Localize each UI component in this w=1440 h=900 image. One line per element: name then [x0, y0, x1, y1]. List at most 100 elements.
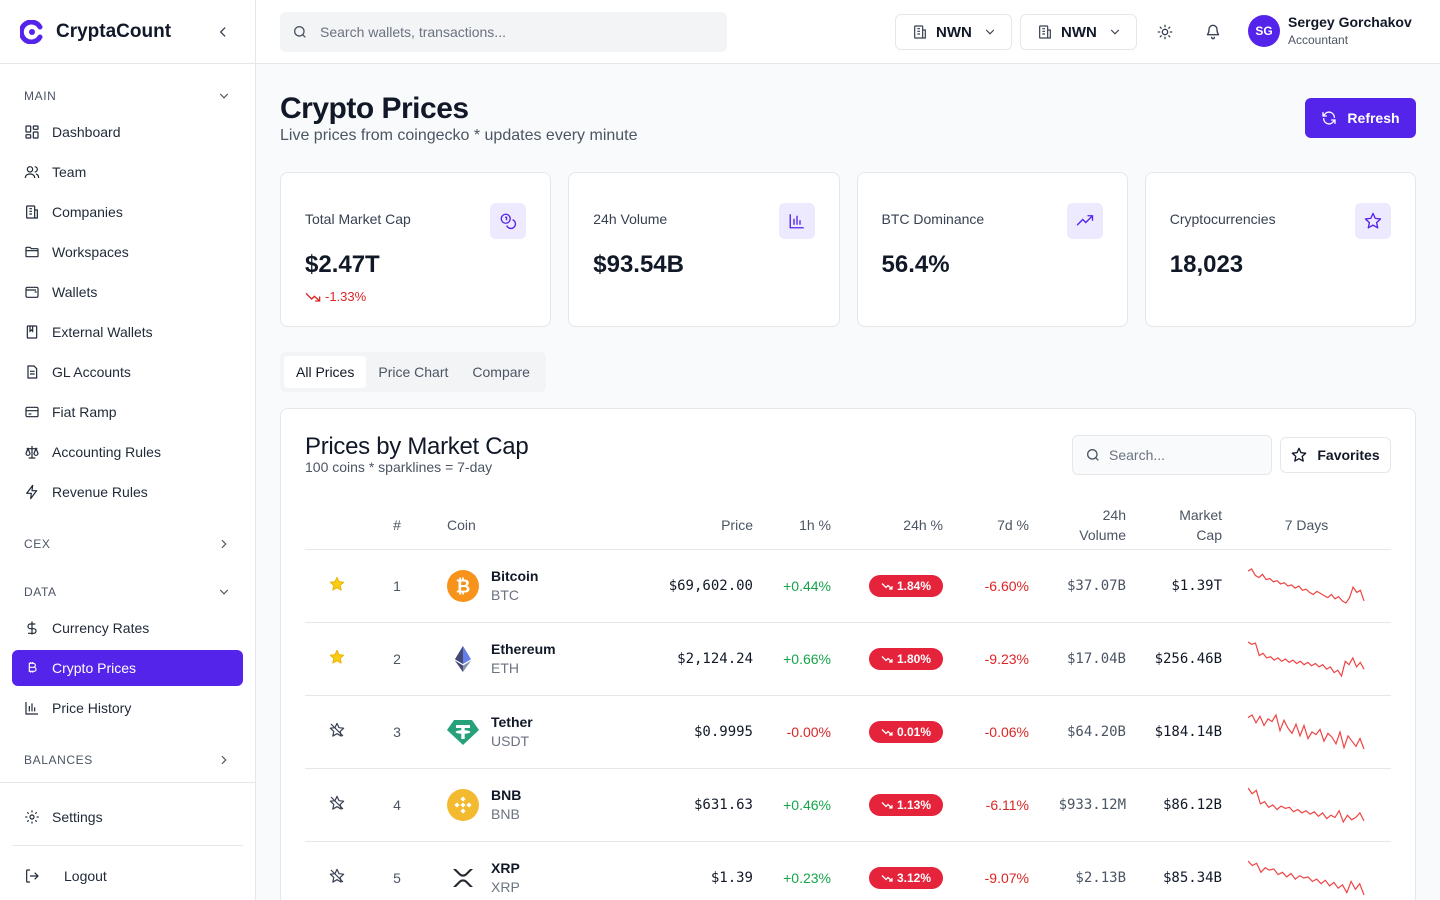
file-icon: [27, 365, 38, 379]
card-title: Prices by Market Cap: [305, 433, 529, 460]
collapse-sidebar-button[interactable]: [211, 20, 235, 44]
market-cap-cell: $256.46B: [1126, 622, 1222, 696]
sidebar-item-crypto-prices[interactable]: Crypto Prices: [12, 650, 243, 686]
col-price[interactable]: Price: [635, 501, 753, 550]
tab-price-chart[interactable]: Price Chart: [366, 356, 460, 388]
sidebar-item-gl-accounts[interactable]: GL Accounts: [12, 354, 243, 390]
change-7d-cell: -9.23%: [943, 622, 1029, 696]
tab-compare[interactable]: Compare: [460, 356, 542, 388]
theme-toggle-button[interactable]: [1153, 20, 1177, 44]
trending-down-icon: [305, 292, 321, 302]
sidebar-item-team[interactable]: Team: [12, 154, 243, 190]
rank-cell: 4: [369, 768, 425, 842]
col-volume-line-1: 24h: [1102, 506, 1126, 523]
org-selector-1[interactable]: NWN: [895, 14, 1012, 50]
favorites-button[interactable]: Favorites: [1280, 437, 1391, 473]
sidebar-item-label: Price History: [52, 700, 132, 716]
zap-icon: [26, 484, 38, 500]
section-balances-toggle[interactable]: BALANCES: [12, 746, 243, 774]
table-row[interactable]: 4 BNB BNB $631.63 +0.46% 1.13% -6.11% $93…: [305, 768, 1391, 842]
sidebar-item-revenue-rules[interactable]: Revenue Rules: [12, 474, 243, 510]
col-rank[interactable]: #: [369, 501, 425, 550]
bar-chart-icon: [25, 702, 38, 715]
change-24h-badge: 3.12%: [868, 866, 943, 889]
coin-symbol: ETH: [491, 660, 519, 676]
stat-card-24h-volume: 24h Volume $93.54B: [568, 172, 840, 327]
bar-chart-icon: [789, 214, 804, 229]
market-cap-cell: $86.12B: [1126, 768, 1222, 842]
col-7-days: 7 Days: [1222, 501, 1391, 550]
col-24h[interactable]: 24h %: [831, 501, 943, 550]
tab-all-prices[interactable]: All Prices: [284, 356, 367, 388]
svg-text:₿: ₿: [456, 576, 471, 597]
sidebar-item-companies[interactable]: Companies: [12, 194, 243, 230]
stat-change-value: -1.33%: [325, 289, 367, 304]
favorite-toggle[interactable]: [329, 868, 345, 884]
org-selector-2[interactable]: NWN: [1020, 14, 1137, 50]
change-24h-value: 3.12%: [896, 870, 931, 885]
user-menu[interactable]: SG Sergey Gorchakov Accountant: [1248, 14, 1412, 47]
bitcoin-icon: [28, 662, 37, 673]
favorite-toggle[interactable]: [329, 722, 345, 738]
table-row[interactable]: 2 Ethereum ETH $2,124.24 +0.66% 1.80% -9.…: [305, 622, 1391, 696]
sidebar-item-label: Companies: [52, 204, 123, 220]
main-content: Crypto Prices Live prices from coingecko…: [256, 64, 1440, 900]
cryptacount-logo-icon: [20, 19, 43, 44]
settings-label: Settings: [52, 809, 103, 825]
stat-card-btc-dominance: BTC Dominance 56.4%: [856, 172, 1128, 327]
col-coin[interactable]: Coin: [425, 501, 635, 550]
col-1h[interactable]: 1h %: [753, 501, 831, 550]
global-search-input[interactable]: [320, 24, 700, 40]
user-role: Accountant: [1288, 33, 1349, 47]
wallet-icon: [25, 286, 39, 298]
trending-down-icon: [881, 582, 893, 590]
col-market-cap[interactable]: Market Cap: [1126, 501, 1222, 550]
bnb-logo-icon: [447, 788, 479, 821]
table-search-input[interactable]: [1109, 447, 1259, 463]
col-cap-line-1: Market: [1179, 506, 1222, 523]
volume-cell: $64.20B: [1029, 695, 1126, 769]
table-row[interactable]: 1 ₿ Bitcoin BTC $69,602.00 +0.44% 1.84% -…: [305, 549, 1391, 623]
section-data-toggle[interactable]: DATA: [12, 578, 243, 606]
stat-change: -1.33%: [305, 289, 526, 304]
section-cex-toggle[interactable]: CEX: [12, 530, 243, 558]
card-icon: [25, 406, 39, 418]
logout-row: Logout: [12, 845, 243, 894]
prices-table: # Coin Price 1h % 24h % 7d % 24h Volume M…: [305, 501, 1391, 900]
table-row[interactable]: 5 XRP XRP $1.39 +0.23% 3.12% -9.07% $2.13…: [305, 841, 1391, 900]
chevron-left-icon: [219, 26, 226, 37]
sidebar-item-accounting-rules[interactable]: Accounting Rules: [12, 434, 243, 470]
sidebar-item-settings[interactable]: Settings: [12, 799, 243, 835]
sidebar-item-currency-rates[interactable]: Currency Rates: [12, 610, 243, 646]
chevron-down-icon: [1110, 29, 1120, 35]
notifications-button[interactable]: [1201, 20, 1225, 44]
card-subtitle: 100 coins * sparklines = 7-day: [305, 459, 493, 475]
sidebar-item-wallets[interactable]: Wallets: [12, 274, 243, 310]
table-row[interactable]: 3 Tether USDT $0.9995 -0.00% 0.01% -0.06%…: [305, 695, 1391, 769]
sidebar-item-workspaces[interactable]: Workspaces: [12, 234, 243, 270]
favorite-toggle[interactable]: [329, 795, 345, 811]
col-volume[interactable]: 24h Volume: [1029, 501, 1126, 550]
change-7d-cell: -6.11%: [943, 768, 1029, 842]
sidebar-item-external-wallets[interactable]: External Wallets: [12, 314, 243, 350]
market-cap-cell: $1.39T: [1126, 549, 1222, 623]
col-7d[interactable]: 7d %: [943, 501, 1029, 550]
sidebar-item-dashboard[interactable]: Dashboard: [12, 114, 243, 150]
refresh-button[interactable]: Refresh: [1305, 98, 1416, 138]
sidebar-item-label: Currency Rates: [52, 620, 150, 636]
search-icon: [294, 26, 306, 38]
favorite-toggle[interactable]: [329, 576, 345, 592]
rank-cell: 3: [369, 695, 425, 769]
star-off-icon: [329, 722, 345, 737]
sidebar-item-label: GL Accounts: [52, 364, 131, 380]
volume-cell: $17.04B: [1029, 622, 1126, 696]
logout-button[interactable]: Logout: [12, 858, 243, 894]
section-main-toggle[interactable]: MAIN: [12, 82, 243, 110]
sidebar-item-price-history[interactable]: Price History: [12, 690, 243, 726]
favorite-toggle[interactable]: [329, 649, 345, 665]
change-24h-badge: 0.01%: [868, 720, 943, 743]
change-24h-badge: 1.80%: [868, 647, 943, 670]
sidebar-item-fiat-ramp[interactable]: Fiat Ramp: [12, 394, 243, 430]
users-icon: [24, 166, 40, 179]
price-cell: $631.63: [635, 768, 753, 842]
